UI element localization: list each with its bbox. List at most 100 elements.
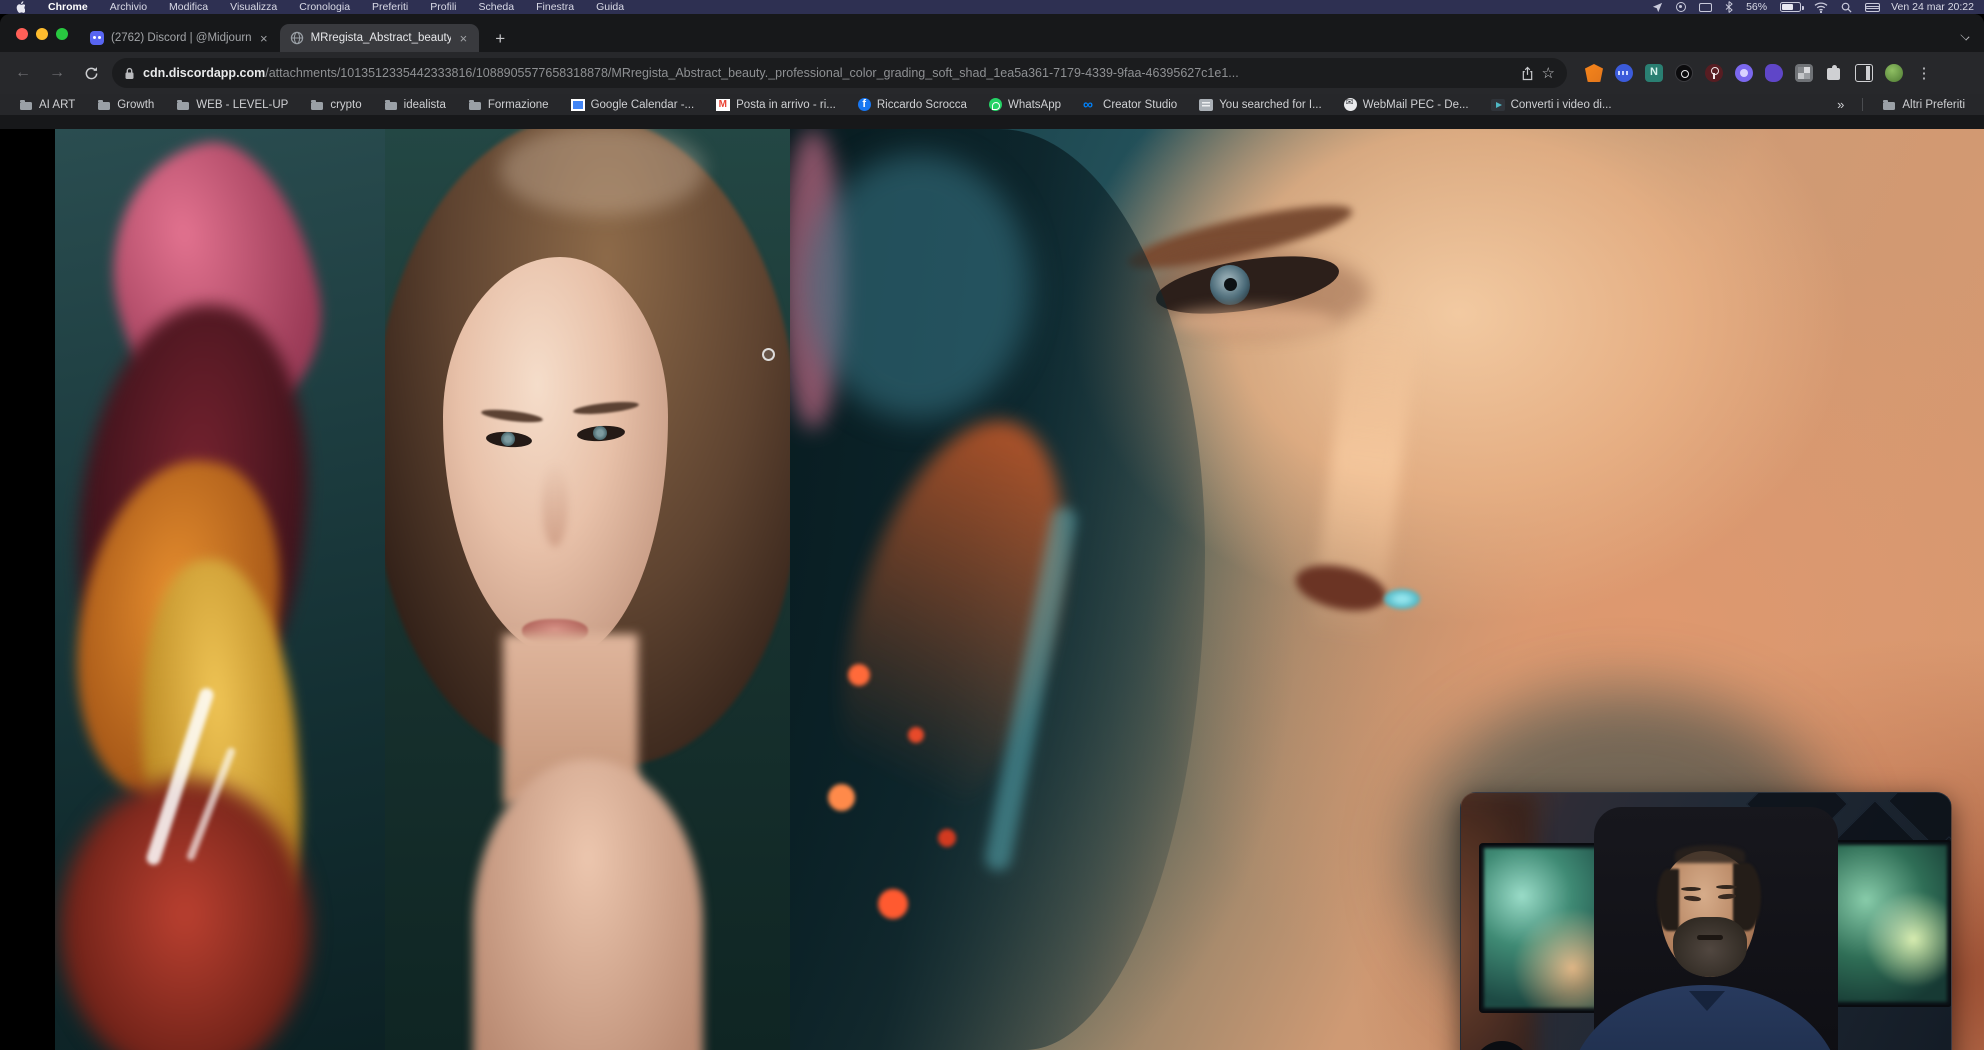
discord-favicon	[90, 31, 104, 45]
dark-circle-extension-icon[interactable]	[1675, 64, 1693, 82]
bookmark-folder-formazione[interactable]: Formazione	[459, 99, 558, 111]
minimize-window-button[interactable]	[36, 28, 48, 40]
bookmark-label: Formazione	[488, 99, 549, 111]
tab-discord[interactable]: (2762) Discord | @Midjourney ×	[80, 24, 280, 52]
bookmark-label: AI ART	[39, 99, 75, 111]
presenter-eyebrow	[1681, 887, 1701, 891]
extensions-puzzle-icon[interactable]	[1825, 64, 1843, 82]
google-calendar-icon	[571, 99, 585, 111]
closeup-nose-cyan-glint	[1384, 589, 1420, 609]
menubar-item-chrome[interactable]: Chrome	[48, 1, 88, 13]
menubar-clock[interactable]: Ven 24 mar 20:22	[1891, 1, 1974, 13]
purple-blob-extension-icon[interactable]	[1765, 64, 1783, 82]
bookmark-star-icon[interactable]: ☆	[1542, 64, 1555, 82]
sidebar-panel-icon[interactable]	[1855, 64, 1873, 82]
control-center-icon[interactable]	[1865, 3, 1878, 12]
purple-circle-extension-icon[interactable]	[1735, 64, 1753, 82]
bookmark-label: WhatsApp	[1008, 99, 1061, 111]
tab-title: MRregista_Abstract_beauty._	[311, 32, 451, 44]
chrome-window: (2762) Discord | @Midjourney × MRregista…	[0, 14, 1984, 1050]
artwork-left-abstract-panel	[55, 129, 385, 1050]
menubar-item-guida[interactable]: Guida	[596, 1, 624, 13]
bookmark-folder-crypto[interactable]: crypto	[301, 99, 370, 111]
tab-image-active[interactable]: MRregista_Abstract_beauty._ ×	[280, 24, 480, 52]
presenter-hair	[1657, 869, 1679, 931]
metamask-extension-icon[interactable]	[1585, 64, 1603, 82]
bookmark-folder-growth[interactable]: Growth	[88, 99, 163, 111]
folder-icon	[1882, 99, 1896, 111]
bookmark-facebook-profile[interactable]: Riccardo Scrocca	[849, 98, 976, 111]
forward-button[interactable]: →	[44, 60, 70, 86]
bookmark-label: idealista	[404, 99, 446, 111]
extensions-bar: ⋮	[1585, 64, 1933, 82]
bookmark-webmail-pec[interactable]: WebMail PEC - De...	[1335, 98, 1478, 111]
other-bookmarks-folder[interactable]: Altri Preferiti	[1873, 99, 1974, 111]
wifi-icon[interactable]	[1814, 2, 1828, 13]
tab-search-chevron-icon[interactable]	[1960, 30, 1970, 40]
spotlight-search-icon[interactable]	[1841, 2, 1852, 13]
lock-icon[interactable]	[124, 67, 135, 80]
portrait-hair-shine	[500, 129, 705, 215]
menubar-item-scheda[interactable]: Scheda	[479, 1, 515, 13]
bookmark-folder-idealista[interactable]: idealista	[375, 99, 455, 111]
location-icon[interactable]	[1652, 2, 1663, 13]
bluetooth-icon[interactable]	[1725, 1, 1733, 13]
menubar-item-archivio[interactable]: Archivio	[110, 1, 147, 13]
bookmarks-overflow-chevron[interactable]: »	[1829, 97, 1852, 112]
bookmark-google-calendar[interactable]: Google Calendar -...	[562, 99, 704, 111]
battery-percent-label: 56%	[1746, 1, 1767, 13]
bookmark-label: Converti i video di...	[1511, 99, 1612, 111]
presenter-hair	[1733, 863, 1761, 931]
portrait-nose-shadow	[542, 461, 568, 547]
presenter-eyebrow	[1716, 885, 1737, 889]
address-bar[interactable]: cdn.discordapp.com /attachments/10135123…	[112, 58, 1567, 88]
bookmark-label: Growth	[117, 99, 154, 111]
bookmark-whatsapp[interactable]: WhatsApp	[980, 98, 1070, 111]
menubar-item-modifica[interactable]: Modifica	[169, 1, 208, 13]
folder-icon	[310, 99, 324, 111]
glass-light-dot	[878, 889, 908, 919]
whatsapp-icon	[989, 98, 1002, 111]
browser-menu-icon[interactable]: ⋮	[1915, 64, 1933, 82]
bookmark-label: WEB - LEVEL-UP	[196, 99, 288, 111]
apple-menu-icon[interactable]	[14, 1, 25, 13]
bookmark-label: WebMail PEC - De...	[1363, 99, 1469, 111]
bookmark-folder-ai-art[interactable]: AI ART	[10, 99, 84, 111]
tab-strip: (2762) Discord | @Midjourney × MRregista…	[0, 14, 1984, 52]
grid-extension-icon[interactable]	[1795, 64, 1813, 82]
new-tab-button[interactable]: +	[487, 26, 513, 52]
bookmark-gmail-inbox[interactable]: Posta in arrivo - ri...	[707, 99, 845, 111]
close-window-button[interactable]	[16, 28, 28, 40]
zoom-window-button[interactable]	[56, 28, 68, 40]
bookmark-creator-studio[interactable]: Creator Studio	[1074, 99, 1186, 111]
password-key-extension-icon[interactable]	[1705, 64, 1723, 82]
bookmark-video-converter[interactable]: Converti i video di...	[1482, 99, 1621, 111]
menubar-item-profili[interactable]: Profili	[430, 1, 456, 13]
presenter-mouth	[1697, 935, 1723, 940]
notion-extension-icon[interactable]	[1645, 64, 1663, 82]
wave-extension-icon[interactable]	[1615, 64, 1633, 82]
window-controls	[16, 28, 68, 40]
bookmark-folder-web-level-up[interactable]: WEB - LEVEL-UP	[167, 99, 297, 111]
menubar-item-preferiti[interactable]: Preferiti	[372, 1, 408, 13]
video-play-icon	[1491, 99, 1505, 111]
screen: Chrome Archivio Modifica Visualizza Cron…	[0, 0, 1984, 1050]
menubar-item-finestra[interactable]: Finestra	[536, 1, 574, 13]
mouse-cursor	[762, 348, 775, 361]
share-icon[interactable]	[1521, 66, 1534, 81]
menubar-item-cronologia[interactable]: Cronologia	[299, 1, 350, 13]
back-button[interactable]: ←	[10, 60, 36, 86]
gmail-icon	[716, 99, 730, 111]
bookmark-label: crypto	[330, 99, 361, 111]
bookmark-label: Creator Studio	[1103, 99, 1177, 111]
profile-avatar[interactable]	[1885, 64, 1903, 82]
webmail-envelope-icon	[1344, 98, 1357, 111]
bookmarks-divider	[1862, 98, 1863, 111]
menubar-item-visualizza[interactable]: Visualizza	[230, 1, 277, 13]
reload-button[interactable]	[78, 60, 104, 86]
close-tab-icon[interactable]: ×	[258, 32, 270, 45]
close-tab-icon[interactable]: ×	[458, 32, 470, 45]
bookmark-you-searched[interactable]: You searched for I...	[1190, 99, 1331, 111]
display-mirroring-icon[interactable]	[1699, 3, 1712, 12]
screen-record-icon[interactable]	[1676, 2, 1686, 12]
